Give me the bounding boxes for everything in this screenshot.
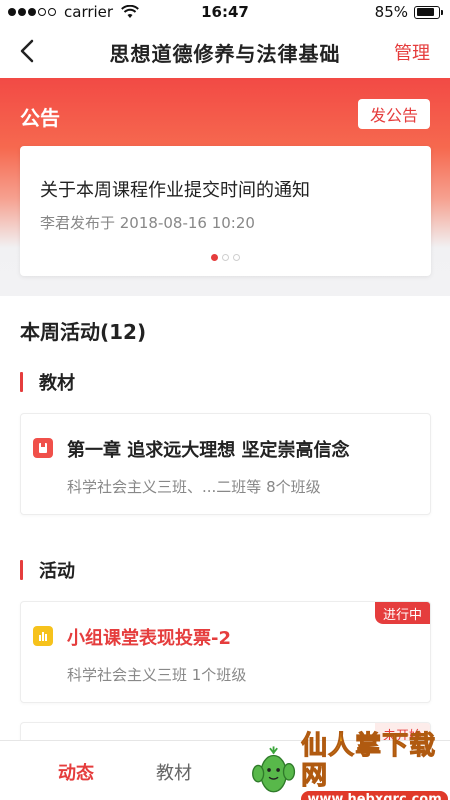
notice-pager: [20, 254, 431, 261]
nav-bar: 思想道德修养与法律基础 管理: [0, 24, 450, 78]
card-subtitle: 科学社会主义三班 1个班级: [67, 666, 247, 684]
bar-chart-icon: [33, 626, 53, 646]
card-subtitle: 科学社会主义三班、...二班等 8个班级: [67, 478, 321, 496]
page-title: 思想道德修养与法律基础: [109, 42, 341, 66]
watermark-url: www.hebxqrc.com: [301, 791, 448, 800]
back-button[interactable]: [12, 36, 42, 66]
textbook-card[interactable]: 第一章 追求远大理想 坚定崇高信念 科学社会主义三班、...二班等 8个班级: [20, 413, 431, 515]
section-accent-bar: [20, 560, 23, 580]
section-label: 教材: [39, 373, 75, 394]
card-title: 第一章 追求远大理想 坚定崇高信念: [67, 440, 350, 461]
pager-dot[interactable]: [211, 254, 218, 261]
pager-dot[interactable]: [222, 254, 229, 261]
battery-fill: [416, 8, 435, 16]
watermark-text: 仙人掌下载网 www.hebxqrc.com: [301, 731, 448, 800]
section-accent-bar: [20, 372, 23, 392]
cactus-icon: [252, 746, 296, 793]
weekly-activity-heading: 本周活动(12): [20, 320, 147, 344]
battery-percent: 85%: [374, 3, 408, 21]
chevron-left-icon: [20, 39, 34, 63]
status-badge: 进行中: [374, 602, 430, 624]
card-title: 小组课堂表现投票-2: [67, 628, 231, 649]
status-right: 85%: [374, 3, 443, 21]
manage-button[interactable]: 管理: [394, 39, 430, 65]
notice-section-title: 公告: [20, 106, 60, 130]
section-header-activity: 活动: [20, 557, 75, 583]
notice-banner: 公告 发公告 关于本周课程作业提交时间的通知 李君发布于 2018-08-16 …: [0, 78, 450, 296]
post-notice-button[interactable]: 发公告: [358, 99, 430, 129]
watermark-name: 仙人掌下载网: [301, 731, 437, 792]
tab-feed[interactable]: 动态: [58, 759, 94, 785]
tab-textbook[interactable]: 教材: [156, 759, 192, 785]
status-bar: carrier 16:47 85%: [0, 0, 450, 24]
book-icon: [33, 438, 53, 458]
activity-card[interactable]: 进行中 小组课堂表现投票-2 科学社会主义三班 1个班级: [20, 601, 431, 703]
watermark-logo: 仙人掌下载网 www.hebxqrc.com: [250, 731, 448, 800]
notice-card[interactable]: 关于本周课程作业提交时间的通知 李君发布于 2018-08-16 10:20: [20, 146, 431, 276]
battery-icon: [414, 5, 443, 19]
pager-dot[interactable]: [233, 254, 240, 261]
section-header-textbook: 教材: [20, 369, 75, 395]
section-label: 活动: [39, 561, 75, 582]
notice-meta: 李君发布于 2018-08-16 10:20: [40, 214, 255, 232]
notice-headline: 关于本周课程作业提交时间的通知: [40, 180, 310, 201]
